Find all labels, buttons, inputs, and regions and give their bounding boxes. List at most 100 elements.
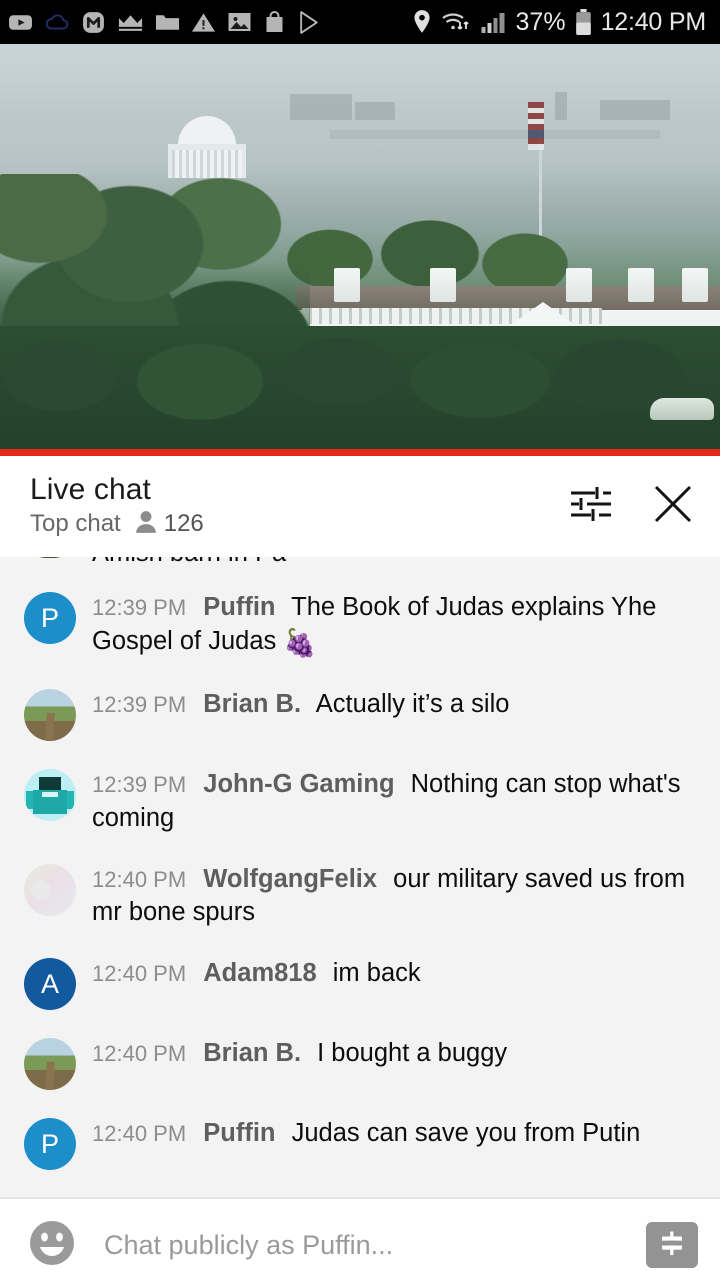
chat-settings-button[interactable] [568, 484, 614, 530]
chat-messages-container: Amish barn in Pa P 12:39 PM Puffin The B… [0, 557, 720, 1183]
input-divider [0, 1198, 720, 1199]
emoji-picker-button[interactable] [26, 1219, 78, 1271]
status-bar-notification-icons [8, 10, 322, 35]
list-item[interactable]: Amish barn in Pa [0, 557, 720, 577]
location-pin-icon [412, 9, 432, 35]
clock-label: 12:40 PM [600, 7, 707, 36]
live-chat-header: Live chat Top chat 126 [0, 456, 720, 557]
message-author[interactable]: WolfgangFelix [203, 865, 377, 893]
message-body: Actually it’s a silo [315, 690, 510, 719]
avatar[interactable]: P [24, 592, 76, 645]
cloud-icon [44, 10, 70, 35]
battery-icon [575, 8, 592, 36]
video-progress-played [0, 449, 720, 456]
chat-input-field[interactable]: Chat publicly as Puffin... [78, 1230, 646, 1261]
close-x-icon [651, 482, 695, 531]
status-bar: 37% 12:40 PM [0, 0, 720, 44]
skyline-building [355, 102, 395, 120]
viewer-count-label: 126 [163, 510, 204, 538]
emoji-smiley-icon [27, 1218, 77, 1273]
status-bar-system-icons: 37% 12:40 PM [412, 8, 706, 37]
list-item[interactable]: 12:40 PM WolfgangFelix our military save… [0, 849, 720, 943]
youtube-icon [8, 10, 33, 35]
dollar-bill-icon [657, 1228, 687, 1263]
skyline-building [555, 92, 567, 120]
crown-icon [117, 11, 144, 33]
avatar[interactable] [24, 1038, 76, 1090]
message-text: Amish barn in Pa [92, 557, 698, 571]
message-body: Amish barn in Pa [92, 557, 286, 567]
message-timestamp: 12:40 PM [92, 1121, 187, 1146]
super-chat-button[interactable] [646, 1222, 698, 1268]
wifi-transfer-icon [441, 10, 471, 34]
folder-icon [155, 11, 180, 33]
message-text: 12:40 PM Adam818 im back [92, 956, 698, 991]
battery-percent-label: 37% [515, 7, 566, 36]
viewer-count-group: 126 [135, 510, 204, 539]
skyline-building [290, 94, 352, 120]
message-timestamp: 12:40 PM [92, 1041, 187, 1066]
tune-sliders-icon [569, 484, 613, 529]
message-body: I bought a buggy [317, 1039, 508, 1067]
live-chat-subrow: Top chat 126 [30, 510, 568, 539]
jefferson-memorial [168, 116, 246, 178]
avatar-initial: P [40, 602, 59, 633]
message-timestamp: 12:39 PM [92, 595, 187, 621]
list-item[interactable]: 12:39 PM Brian B. Actually it’s a silo [0, 674, 720, 754]
avatar[interactable] [24, 557, 76, 559]
list-item[interactable]: P 12:39 PM Puffin The Book of Judas expl… [0, 577, 720, 674]
message-author[interactable]: Brian B. [203, 1039, 301, 1067]
grapes-emoji-icon: 🍇 [283, 627, 317, 658]
chat-mode-label[interactable]: Top chat [30, 510, 121, 538]
list-item[interactable]: 12:40 PM Brian B. I bought a buggy [0, 1023, 720, 1103]
message-body: Judas can save you from Putin [291, 1119, 641, 1147]
message-timestamp: 12:39 PM [92, 692, 187, 718]
image-icon [227, 11, 252, 33]
avatar[interactable] [24, 769, 76, 822]
live-chat-header-actions [568, 484, 702, 530]
parked-car [650, 398, 714, 420]
live-chat-title: Live chat [30, 473, 151, 507]
chat-input-bar: Chat publicly as Puffin... [0, 1197, 720, 1280]
avatar[interactable]: A [24, 958, 76, 1010]
live-chat-header-texts: Live chat Top chat 126 [30, 474, 568, 539]
app-screen: 37% 12:40 PM Live chat Top chat 126 P 12… [0, 0, 720, 1280]
message-text: 12:40 PM Puffin Judas can save you from … [92, 1116, 698, 1151]
foreground-trees-bottom [0, 326, 720, 456]
message-timestamp: 12:40 PM [92, 961, 187, 986]
shopping-bag-icon [263, 10, 286, 34]
cell-signal-icon [480, 10, 507, 34]
skyline-building [600, 100, 670, 120]
chat-message-list[interactable]: Amish barn in Pa P 12:39 PM Puffin The B… [0, 557, 720, 1197]
avatar[interactable]: P [24, 1118, 76, 1170]
avatar[interactable] [24, 689, 76, 742]
message-text: 12:39 PM John-G Gaming Nothing can stop … [92, 767, 698, 835]
close-chat-button[interactable] [650, 484, 696, 530]
message-author[interactable]: John-G Gaming [203, 770, 394, 798]
message-timestamp: 12:39 PM [92, 772, 187, 798]
message-text: 12:40 PM Brian B. I bought a buggy [92, 1036, 698, 1071]
horizon-haze [0, 80, 720, 176]
avatar-initial: P [40, 1128, 59, 1159]
message-text: 12:39 PM Puffin The Book of Judas explai… [92, 590, 698, 661]
video-progress-bar[interactable] [0, 449, 720, 456]
message-author[interactable]: Puffin [203, 1119, 275, 1147]
list-item[interactable]: 12:39 PM John-G Gaming Nothing can stop … [0, 754, 720, 848]
person-icon [135, 510, 157, 539]
avatar-initial: A [40, 968, 59, 999]
american-flag [528, 102, 544, 150]
warning-icon [191, 11, 216, 34]
message-author[interactable]: Adam818 [203, 959, 316, 987]
list-item[interactable]: P 12:40 PM Puffin Judas can save you fro… [0, 1103, 720, 1183]
message-timestamp: 12:40 PM [92, 866, 187, 892]
message-author[interactable]: Puffin [203, 593, 275, 621]
message-text: 12:40 PM WolfgangFelix our military save… [92, 862, 698, 930]
message-author[interactable]: Brian B. [203, 690, 301, 718]
message-body: im back [332, 959, 421, 987]
video-player[interactable] [0, 44, 720, 456]
skyline-bridge [330, 130, 660, 139]
play-store-icon [297, 10, 322, 35]
m-app-icon [81, 10, 106, 35]
avatar[interactable] [24, 863, 76, 916]
list-item[interactable]: A 12:40 PM Adam818 im back [0, 943, 720, 1023]
